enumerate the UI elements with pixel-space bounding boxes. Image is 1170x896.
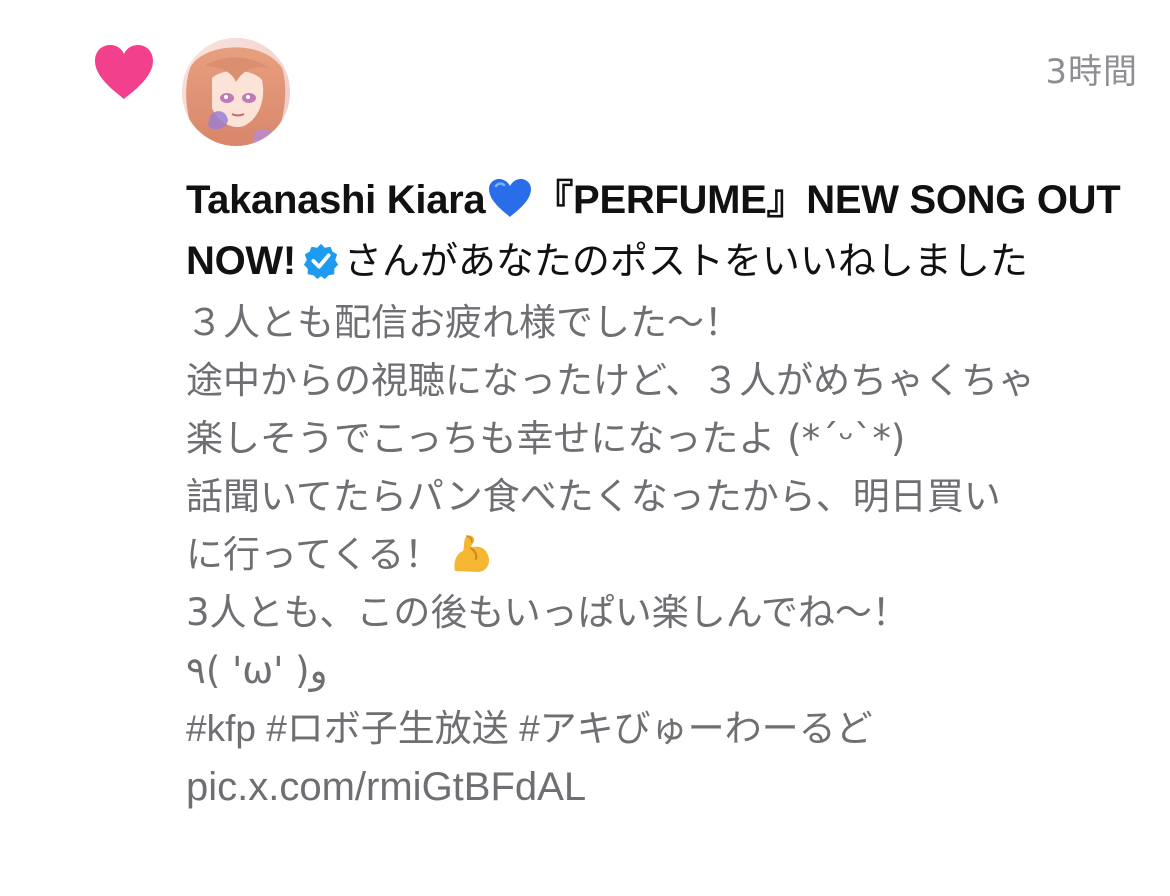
verified-badge-icon	[303, 243, 338, 280]
post-line-6: 3人とも、この後もいっぱい楽しんでね〜！	[186, 591, 909, 634]
avatar-image	[182, 38, 290, 146]
like-notification[interactable]: 3時間 Takanashi Kiara 『PERFUME』NEW SONG OU…	[0, 0, 1170, 896]
heart-icon	[95, 45, 153, 99]
notification-headline: Takanashi Kiara 『PERFUME』NEW SONG OUT NO…	[186, 170, 1136, 292]
post-line-2: 途中からの視聴になったけど、３人がめちゃくちゃ	[186, 359, 1036, 402]
post-line-3: 楽しそうでこっちも幸せになったよ (*´ᵕ`*)	[186, 417, 906, 460]
timestamp: 3時間	[1045, 52, 1138, 92]
action-text: さんがあなたのポストをいいねしました	[343, 239, 1028, 283]
post-hashtags[interactable]: #kfp #ロボ子生放送 #アキびゅーわーるど	[186, 700, 1136, 758]
post-media-link[interactable]: pic.x.com/rmiGtBFdAL	[186, 758, 1136, 816]
blue-heart-icon	[489, 179, 532, 217]
post-line-5: に行ってくる！	[186, 533, 442, 576]
post-line-4: 話聞いてたらパン食べたくなったから、明日買い	[186, 475, 1001, 518]
post-line-7: ٩( 'ω' )و	[186, 649, 328, 692]
avatar[interactable]	[182, 38, 290, 146]
user-display-name[interactable]: Takanashi Kiara	[186, 178, 486, 222]
post-text[interactable]: ３人とも配信お疲れ様でした〜！ 途中からの視聴になったけど、３人がめちゃくちゃ …	[186, 294, 1136, 816]
post-line-5-wrapper: に行ってくる！	[186, 526, 1136, 584]
post-line-1: ３人とも配信お疲れ様でした〜！	[186, 301, 741, 344]
notification-content: Takanashi Kiara 『PERFUME』NEW SONG OUT NO…	[186, 170, 1136, 816]
flexed-biceps-icon	[454, 535, 490, 572]
